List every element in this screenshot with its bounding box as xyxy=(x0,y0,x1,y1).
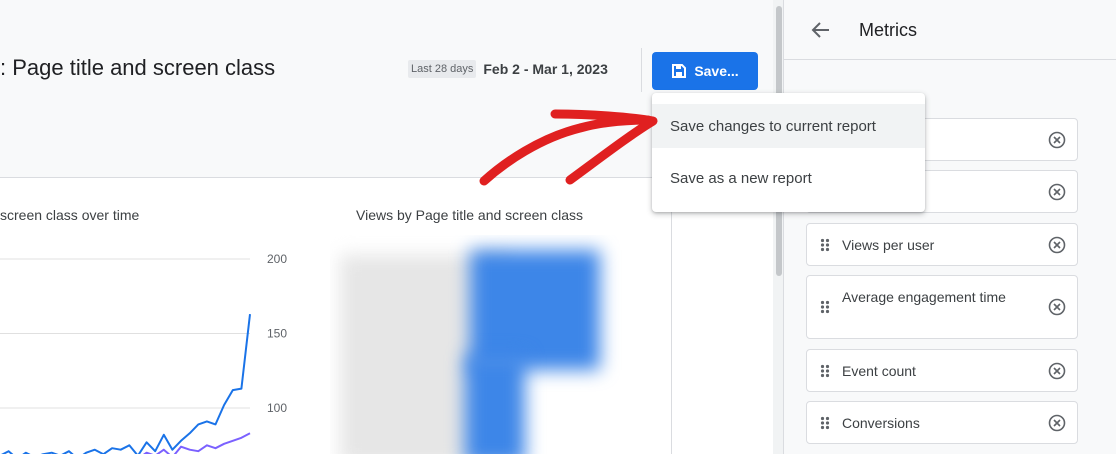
save-button-label: Save... xyxy=(694,63,739,79)
save-icon xyxy=(672,64,687,78)
drag-handle-icon[interactable] xyxy=(820,364,830,378)
remove-metric-icon[interactable] xyxy=(1048,414,1066,432)
header-divider xyxy=(641,48,642,92)
drag-handle-icon[interactable] xyxy=(820,416,830,430)
metrics-panel: Metrics 2) Views per user Average engage… xyxy=(783,0,1116,454)
menu-item-save-as-new[interactable]: Save as a new report xyxy=(652,156,925,200)
metrics-panel-header: Metrics xyxy=(784,0,1116,60)
remove-metric-icon[interactable] xyxy=(1048,236,1066,254)
date-range-value: Feb 2 - Mar 1, 2023 xyxy=(483,61,608,77)
remove-metric-icon[interactable] xyxy=(1048,362,1066,380)
metric-chip-average-engagement-time[interactable]: Average engagement time xyxy=(806,275,1078,339)
menu-item-save-changes[interactable]: Save changes to current report xyxy=(652,104,925,148)
remove-metric-icon[interactable] xyxy=(1048,131,1066,149)
save-button[interactable]: Save... xyxy=(652,52,758,90)
blurred-bar-secondary xyxy=(465,355,525,454)
blurred-bar-main xyxy=(470,250,600,370)
metric-chip-conversions[interactable]: Conversions xyxy=(806,401,1078,444)
content-divider xyxy=(671,179,672,454)
drag-handle-icon[interactable] xyxy=(820,300,830,314)
metric-chip-views-per-user[interactable]: Views per user xyxy=(806,223,1078,266)
y-tick-label: 100 xyxy=(267,401,287,415)
metric-label: Views per user xyxy=(842,237,935,253)
metric-label: Event count xyxy=(842,363,916,379)
ga-report-screen: : Page title and screen class Last 28 da… xyxy=(0,0,1116,454)
bar-chart-title: Views by Page title and screen class xyxy=(356,207,583,223)
drag-handle-icon[interactable] xyxy=(820,238,830,252)
series-line-2 xyxy=(142,432,251,454)
metrics-panel-title: Metrics xyxy=(859,20,917,40)
remove-metric-icon[interactable] xyxy=(1048,298,1066,316)
y-tick-label: 200 xyxy=(267,252,287,266)
y-tick-label: 150 xyxy=(267,327,287,341)
date-range-picker[interactable]: Last 28 days Feb 2 - Mar 1, 2023 xyxy=(408,60,608,78)
metric-chip-event-count[interactable]: Event count xyxy=(806,349,1078,392)
blurred-bar-chart xyxy=(330,235,640,454)
series-line-1 xyxy=(1,313,251,454)
page-title: : Page title and screen class xyxy=(0,55,276,80)
metric-label: Conversions xyxy=(842,415,920,431)
save-dropdown-menu: Save changes to current report Save as a… xyxy=(652,93,925,212)
line-chart: 200 150 100 xyxy=(0,252,287,454)
line-chart-title: screen class over time xyxy=(0,207,140,223)
date-range-chip: Last 28 days xyxy=(408,60,477,78)
back-arrow-icon[interactable] xyxy=(810,19,832,41)
remove-metric-icon[interactable] xyxy=(1048,183,1066,201)
metric-label: Average engagement time xyxy=(842,289,1006,305)
